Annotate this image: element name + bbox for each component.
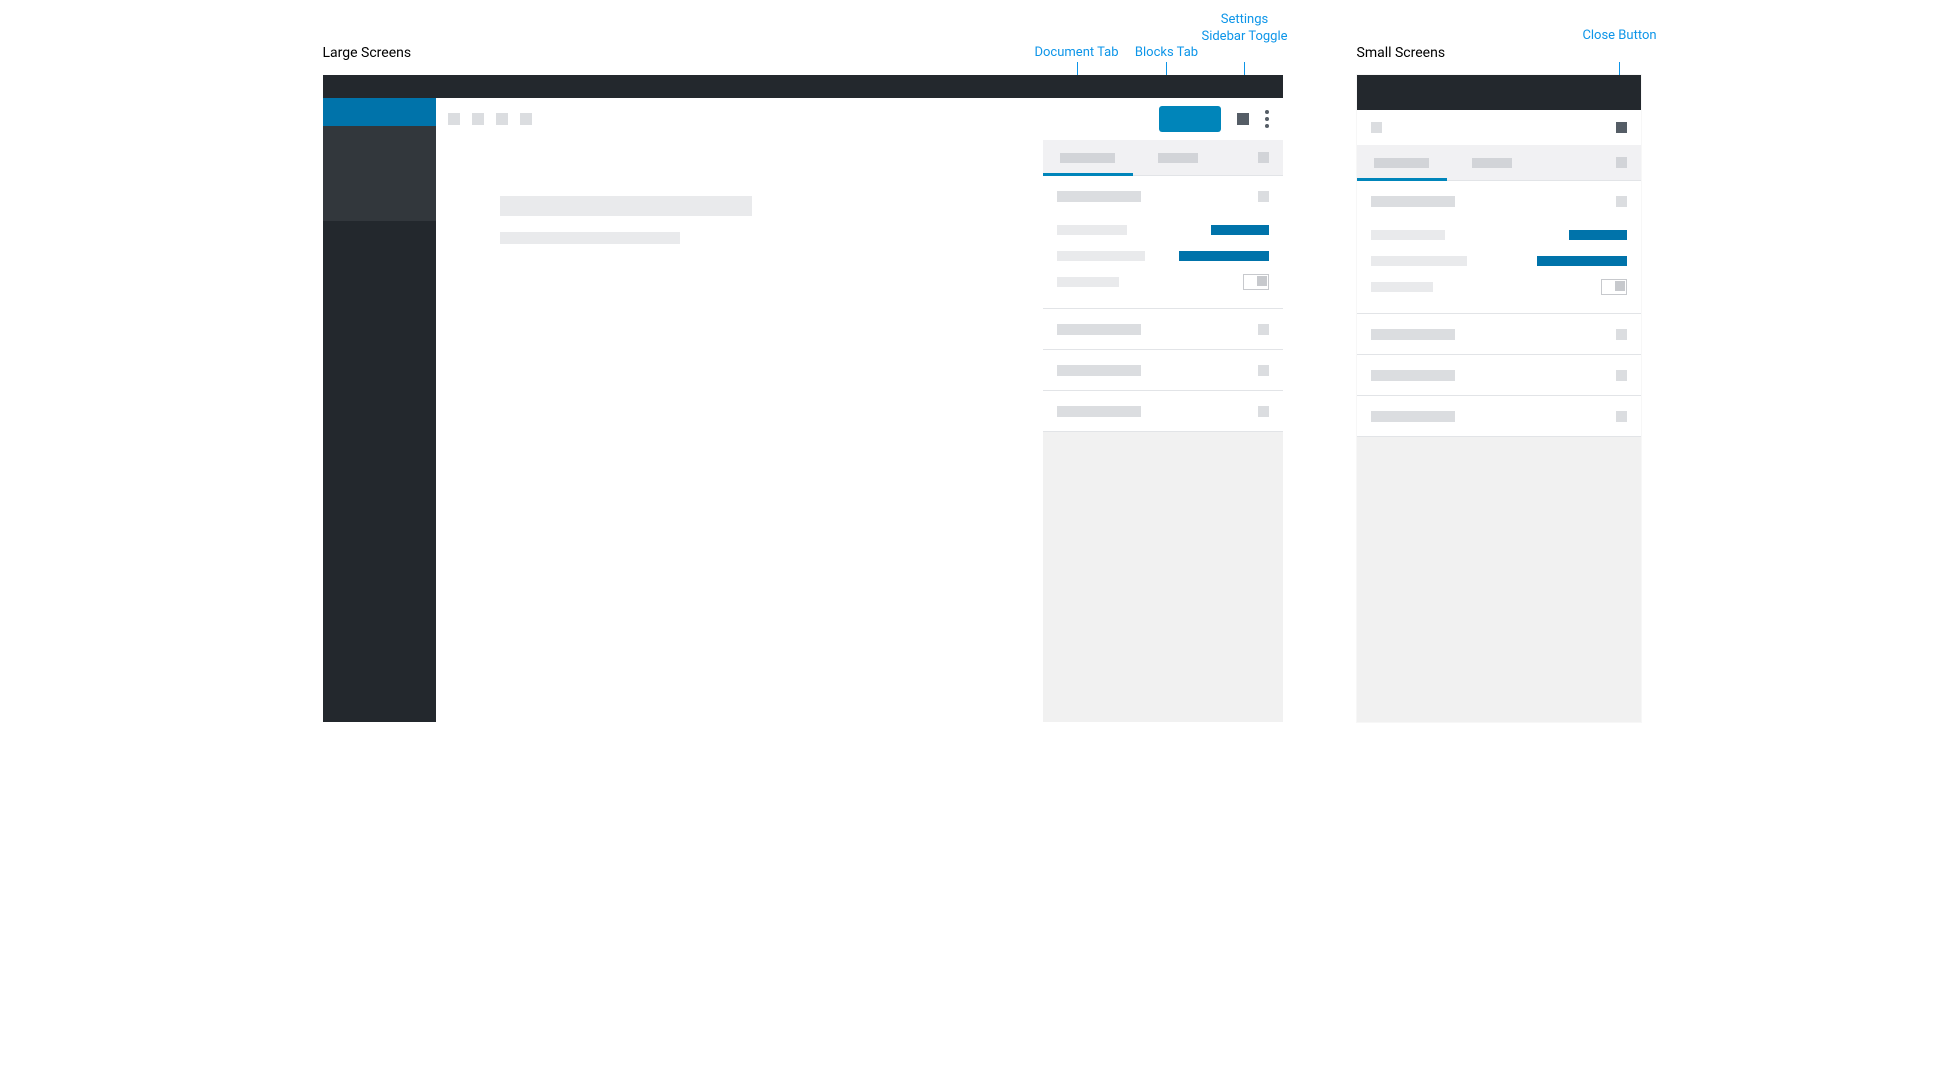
section-row xyxy=(1371,247,1627,273)
post-title-placeholder[interactable] xyxy=(500,196,752,216)
sidebar-close-icon[interactable] xyxy=(1258,152,1269,163)
editor-toolbar xyxy=(436,98,1283,141)
sidebar-section-collapsed xyxy=(1357,354,1641,395)
section-row xyxy=(1371,221,1627,247)
sidebar-section-expanded xyxy=(1357,180,1641,313)
tab-blocks[interactable] xyxy=(1447,158,1537,168)
tab-document[interactable] xyxy=(1357,158,1447,168)
admin-bar xyxy=(323,75,1283,98)
annotation-document-tab-large: Document Tab xyxy=(1027,45,1127,62)
annotation-close-button: Close Button xyxy=(1580,28,1660,45)
mock-large-screen xyxy=(323,75,1283,722)
admin-submenu xyxy=(323,126,436,221)
toolbar-icon[interactable] xyxy=(1371,122,1382,133)
toolbar-icon[interactable] xyxy=(448,113,460,125)
annotation-settings-toggle: Settings Sidebar Toggle xyxy=(1200,12,1290,46)
sidebar-section-expanded xyxy=(1043,175,1283,308)
sidebar-section-collapsed xyxy=(1357,395,1641,437)
small-screens-heading: Small Screens xyxy=(1357,45,1446,61)
section-header[interactable] xyxy=(1043,309,1283,349)
tab-document[interactable] xyxy=(1043,153,1133,163)
editor-canvas xyxy=(436,140,1043,722)
editor-toolbar-small xyxy=(1357,110,1641,146)
section-row xyxy=(1371,273,1627,299)
chevron-down-icon xyxy=(1258,365,1269,376)
publish-button[interactable] xyxy=(1159,106,1221,132)
editor-frame xyxy=(436,98,1283,722)
post-body-placeholder[interactable] xyxy=(500,232,680,244)
toolbar-icon[interactable] xyxy=(520,113,532,125)
sidebar-tabs xyxy=(1357,145,1641,180)
annotation-blocks-tab-large: Blocks Tab xyxy=(1122,45,1212,62)
toggle-switch[interactable] xyxy=(1243,274,1269,290)
toolbar-icon[interactable] xyxy=(496,113,508,125)
section-row xyxy=(1057,216,1269,242)
toggle-switch[interactable] xyxy=(1601,279,1627,295)
section-row xyxy=(1057,242,1269,268)
section-header[interactable] xyxy=(1357,314,1641,354)
section-row xyxy=(1057,268,1269,294)
large-screens-heading: Large Screens xyxy=(323,45,412,61)
admin-menu xyxy=(323,98,436,722)
sidebar-tabs xyxy=(1043,140,1283,175)
chevron-up-icon xyxy=(1258,191,1269,202)
chevron-down-icon xyxy=(1616,411,1627,422)
toolbar-icon[interactable] xyxy=(472,113,484,125)
chevron-down-icon xyxy=(1258,406,1269,417)
admin-menu-active-item[interactable] xyxy=(323,98,436,126)
more-menu-icon[interactable] xyxy=(1265,110,1269,128)
mock-small-screen xyxy=(1357,75,1641,722)
sidebar-close-icon[interactable] xyxy=(1616,157,1627,168)
chevron-down-icon xyxy=(1616,329,1627,340)
sidebar-section-collapsed xyxy=(1043,390,1283,432)
section-header[interactable] xyxy=(1043,176,1283,216)
sidebar-section-collapsed xyxy=(1043,308,1283,349)
section-header[interactable] xyxy=(1043,350,1283,390)
chevron-down-icon xyxy=(1616,370,1627,381)
settings-sidebar-toggle-icon[interactable] xyxy=(1237,113,1249,125)
section-header[interactable] xyxy=(1043,391,1283,431)
sidebar-section-collapsed xyxy=(1043,349,1283,390)
close-button-icon[interactable] xyxy=(1616,122,1627,133)
tab-blocks[interactable] xyxy=(1133,153,1223,163)
section-header[interactable] xyxy=(1357,181,1641,221)
chevron-up-icon xyxy=(1616,196,1627,207)
admin-bar-small xyxy=(1357,75,1641,110)
sidebar-section-collapsed xyxy=(1357,313,1641,354)
section-header[interactable] xyxy=(1357,355,1641,395)
chevron-down-icon xyxy=(1258,324,1269,335)
section-header[interactable] xyxy=(1357,396,1641,436)
settings-sidebar-large xyxy=(1043,140,1283,722)
settings-sidebar-small xyxy=(1357,145,1641,722)
